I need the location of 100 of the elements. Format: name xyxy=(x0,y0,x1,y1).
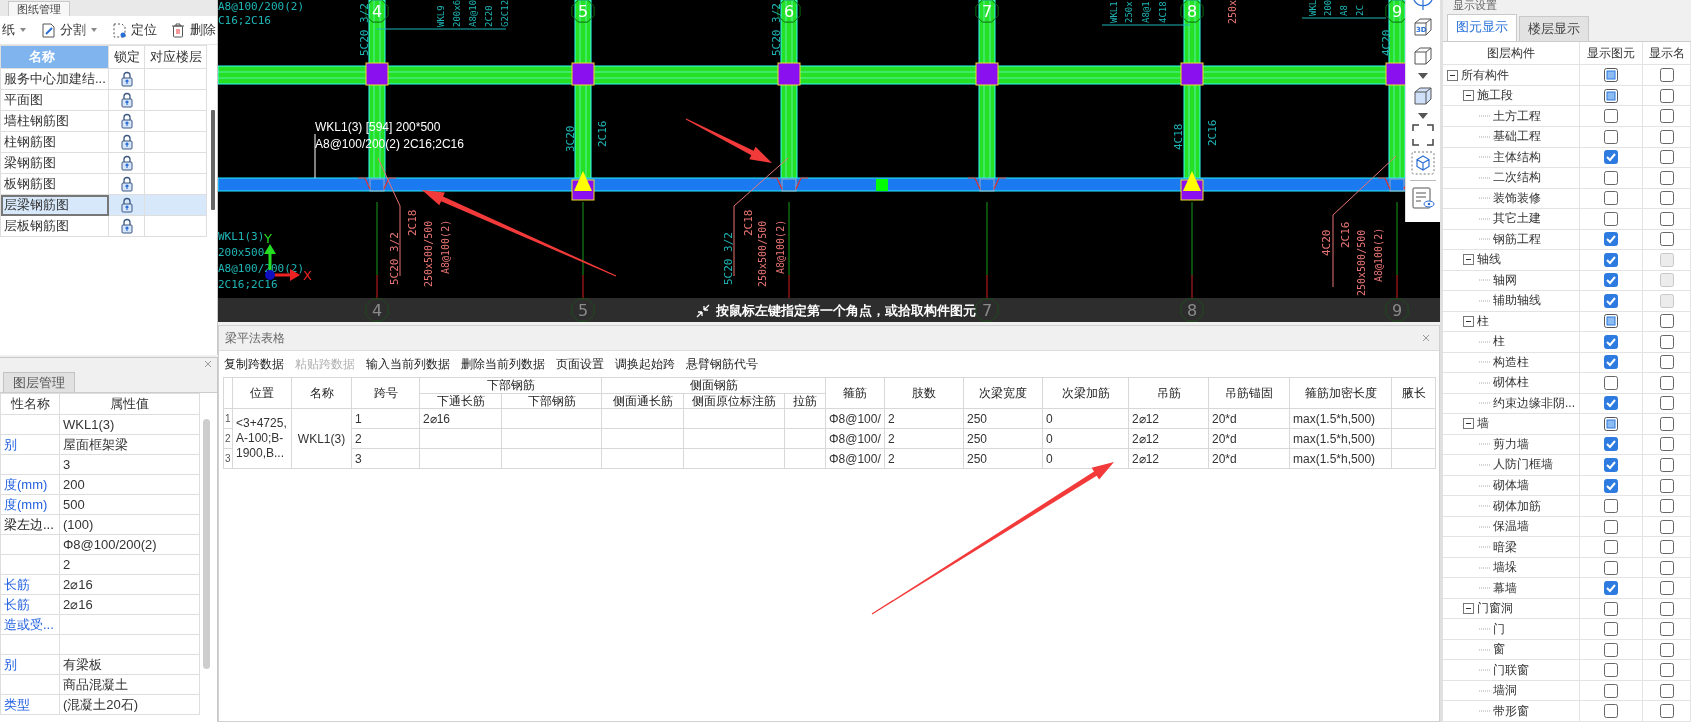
table-cell[interactable]: Φ8@100/ xyxy=(825,428,885,449)
property-value[interactable]: 2⌀16 xyxy=(59,574,200,595)
checkbox[interactable] xyxy=(1659,437,1674,452)
table-cell[interactable]: 20*d xyxy=(1208,428,1290,449)
table-cell[interactable]: <3+4725,A-100;B-1900,B... xyxy=(232,408,292,469)
checkbox[interactable] xyxy=(1659,314,1674,329)
table-cell[interactable]: 20*d xyxy=(1208,408,1290,429)
table-cell[interactable]: 2⌀12 xyxy=(1128,448,1209,469)
table-cell[interactable]: 2 xyxy=(884,408,964,429)
lock-icon[interactable] xyxy=(119,218,134,234)
checkbox[interactable] xyxy=(1659,519,1674,534)
lock-icon[interactable] xyxy=(119,155,134,171)
checkbox[interactable] xyxy=(1604,150,1618,165)
sphere-icon[interactable] xyxy=(1411,0,1435,10)
property-value[interactable]: (混凝土20石) xyxy=(59,694,200,715)
tree-item[interactable]: 轴线 xyxy=(1477,251,1501,269)
collapse-toggle[interactable] xyxy=(1463,603,1474,615)
tab[interactable]: 楼层显示 xyxy=(1519,16,1589,41)
tree-item[interactable]: 二次结构 xyxy=(1493,169,1541,187)
checkbox[interactable] xyxy=(1604,396,1618,411)
collapse-toggle[interactable] xyxy=(1463,254,1474,266)
property-value[interactable]: Φ8@100/200(2) xyxy=(59,534,200,555)
checkbox[interactable] xyxy=(1604,622,1618,637)
table-cell[interactable]: 0 xyxy=(1042,428,1129,449)
checkbox[interactable] xyxy=(1604,129,1618,144)
checkbox[interactable] xyxy=(1604,211,1618,226)
tree-item[interactable]: 辅助轴线 xyxy=(1493,292,1541,310)
tree-item[interactable]: 暗梁 xyxy=(1493,538,1517,556)
table-cell[interactable]: Φ8@100/ xyxy=(825,408,885,429)
table-cell[interactable]: max(1.5*h,500) xyxy=(1289,408,1392,429)
lock-icon[interactable] xyxy=(119,71,134,87)
collapse-toggle[interactable] xyxy=(1463,418,1474,430)
tree-item[interactable]: 剪力墙 xyxy=(1493,435,1529,453)
property-value[interactable]: 屋面框架梁 xyxy=(59,434,200,455)
checkbox[interactable] xyxy=(1659,416,1674,431)
checkbox[interactable] xyxy=(1604,540,1618,555)
checkbox[interactable] xyxy=(1659,191,1674,206)
tree-item[interactable]: 轴网 xyxy=(1493,271,1517,289)
checkbox[interactable] xyxy=(1604,478,1618,493)
checkbox[interactable] xyxy=(1604,68,1618,83)
table-cell[interactable]: max(1.5*h,500) xyxy=(1289,448,1392,469)
column-header[interactable]: 侧面原位标注筋 xyxy=(683,393,785,409)
panel-tab[interactable]: 图层管理 xyxy=(3,372,75,392)
property-value[interactable]: 500 xyxy=(59,494,200,515)
toolbar-button[interactable]: 纸 xyxy=(0,21,29,39)
tree-item[interactable]: 门联窗 xyxy=(1493,661,1529,679)
tree-item[interactable]: 人防门框墙 xyxy=(1493,456,1553,474)
tree-item[interactable]: 墙垛 xyxy=(1493,559,1517,577)
drawing-row[interactable]: 柱钢筋图 xyxy=(0,131,207,153)
checkbox[interactable] xyxy=(1659,601,1674,616)
checkbox[interactable] xyxy=(1659,540,1674,555)
fullscreen-icon[interactable] xyxy=(1412,124,1434,146)
table-cell[interactable]: 250 xyxy=(963,408,1043,429)
table-cell[interactable]: 2 xyxy=(884,428,964,449)
property-value[interactable]: 200 xyxy=(59,474,200,495)
toolbar-button[interactable]: 分割 xyxy=(38,21,100,39)
property-value[interactable]: 2 xyxy=(59,554,200,575)
drawing-row[interactable]: 层板钢筋图 xyxy=(0,215,207,237)
cube-select-icon[interactable] xyxy=(1411,151,1435,175)
checkbox[interactable] xyxy=(1659,581,1674,596)
checkbox[interactable] xyxy=(1659,211,1674,226)
checkbox[interactable] xyxy=(1659,129,1674,144)
table-cell[interactable]: 250 xyxy=(963,448,1043,469)
property-value[interactable]: 2⌀16 xyxy=(59,594,200,615)
scrollbar[interactable] xyxy=(203,419,210,669)
tree-item[interactable]: 带形窗 xyxy=(1493,702,1529,720)
checkbox[interactable] xyxy=(1659,642,1674,657)
scrollbar[interactable] xyxy=(211,110,215,210)
column-header[interactable]: 下通长筋 xyxy=(419,393,502,409)
checkbox[interactable] xyxy=(1604,458,1618,472)
column-header[interactable]: 侧面通长筋 xyxy=(601,393,684,409)
checkbox[interactable] xyxy=(1659,355,1674,370)
checkbox[interactable] xyxy=(1604,273,1618,288)
checkbox[interactable] xyxy=(1659,704,1674,719)
table-cell[interactable]: 2 xyxy=(351,428,420,449)
checkbox[interactable] xyxy=(1659,88,1674,103)
toolbar-button[interactable]: 调换起始跨 xyxy=(614,355,676,373)
checkbox[interactable] xyxy=(1604,560,1618,575)
checkbox[interactable] xyxy=(1604,499,1618,513)
table-cell[interactable]: 2⌀12 xyxy=(1128,408,1209,429)
checkbox[interactable] xyxy=(1659,499,1674,513)
checkbox[interactable] xyxy=(1604,232,1618,247)
table-cell[interactable]: 20*d xyxy=(1208,448,1290,469)
property-value[interactable]: (100) xyxy=(59,514,200,535)
table-cell[interactable]: 2 xyxy=(884,448,964,469)
table-cell[interactable]: 3 xyxy=(351,448,420,469)
tree-item[interactable]: 主体结构 xyxy=(1493,148,1541,166)
checkbox[interactable] xyxy=(1659,170,1674,185)
column-header[interactable]: 腋长 xyxy=(1391,377,1436,409)
column-header[interactable]: 锁定 xyxy=(108,45,145,69)
checkbox[interactable] xyxy=(1604,293,1618,308)
tree-item[interactable]: 保温墙 xyxy=(1493,518,1529,536)
tree-item[interactable]: 施工段 xyxy=(1477,87,1513,105)
toolbar-button[interactable]: 悬臂钢筋代号 xyxy=(685,355,759,373)
collapse-toggle[interactable] xyxy=(1463,90,1474,102)
drawing-row[interactable]: 服务中心加建结... xyxy=(0,68,207,90)
checkbox[interactable] xyxy=(1659,334,1674,349)
checkbox[interactable] xyxy=(1659,68,1674,83)
checkbox[interactable] xyxy=(1659,478,1674,493)
checkbox[interactable] xyxy=(1604,683,1618,698)
